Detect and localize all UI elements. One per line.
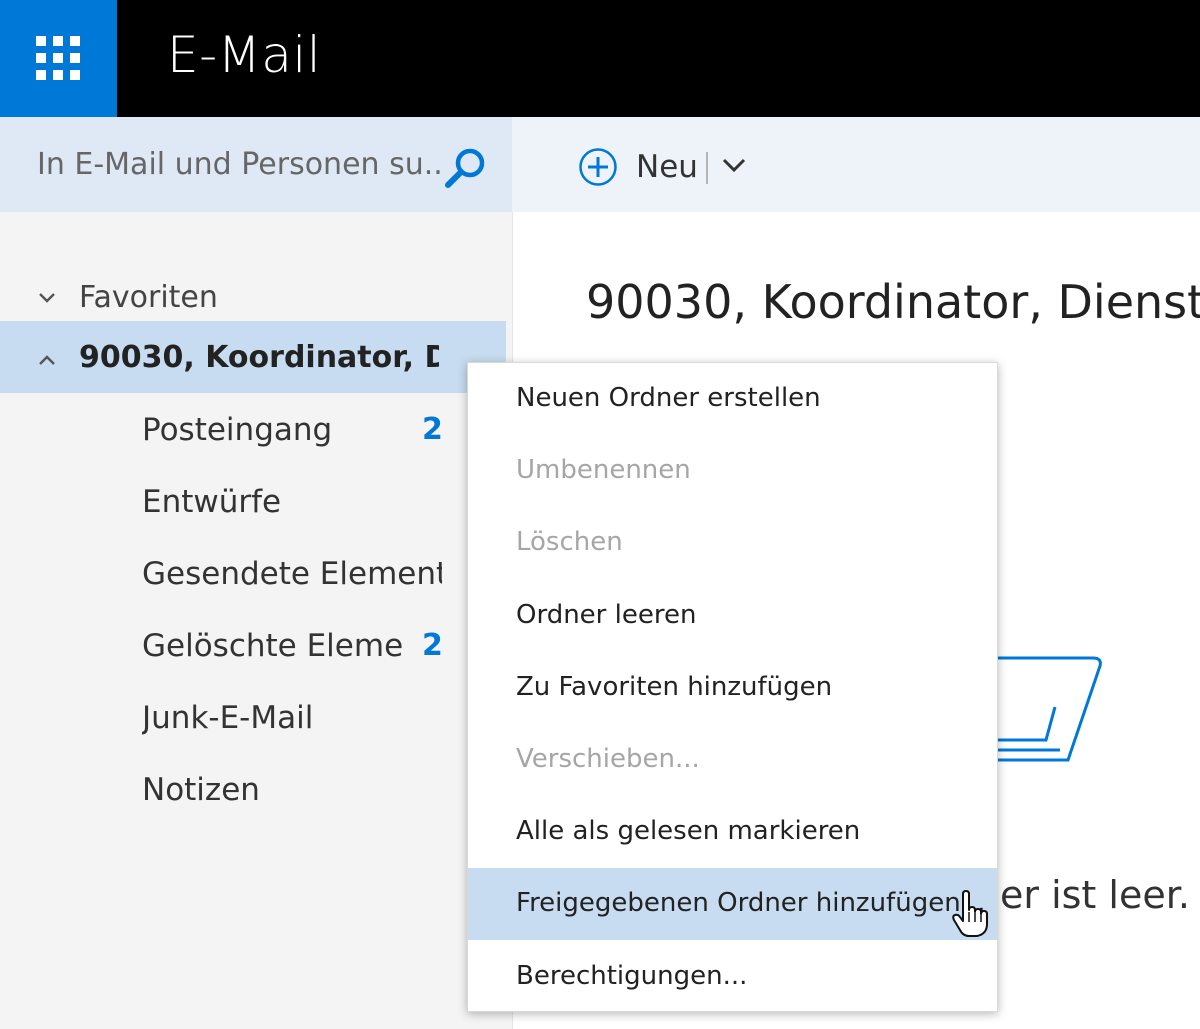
menu-item-label: Zu Favoriten hinzufügen [516,672,833,702]
menu-item-rename[interactable]: Umbenennen [468,435,997,507]
empty-folder-message: er ist leer. [1000,873,1190,917]
menu-item-empty-folder[interactable]: Ordner leeren [468,580,997,652]
menu-item-add-shared-folder[interactable]: Freigegebenen Ordner hinzufügen... [468,868,997,940]
plus-circle-icon [579,148,617,186]
chevron-down-icon[interactable] [721,155,747,177]
folder-context-menu: Neuen Ordner erstellen Umbenennen Lösche… [467,362,998,1012]
new-button-label: Neu [636,149,698,185]
menu-item-mark-all-read[interactable]: Alle als gelesen markieren [468,796,997,868]
folder-label: Entwürfe [142,484,282,520]
new-message-button[interactable]: Neu [578,145,698,189]
folder-label: Gesendete Elemente [142,556,442,592]
folder-label: Posteingang [142,412,333,448]
app-launcher-waffle-icon [36,36,80,80]
chevron-up-icon [39,355,55,365]
menu-item-label: Berechtigungen... [516,961,748,991]
new-button-separator [706,152,708,184]
app-title: E-Mail [167,26,322,84]
folder-label: Notizen [142,772,260,808]
search-icon[interactable] [444,146,488,190]
menu-item-label: Löschen [516,527,623,557]
menu-item-label: Verschieben... [516,744,700,774]
folder-title: 90030, Koordinator, Dienstr [586,275,1200,329]
menu-item-move[interactable]: Verschieben... [468,724,997,796]
menu-item-label: Freigegebenen Ordner hinzufügen... [516,888,986,918]
menu-item-new-folder[interactable]: Neuen Ordner erstellen [468,363,997,435]
folder-item-posteingang[interactable]: Posteingang 2 [0,394,506,466]
app-launcher-button[interactable] [0,0,117,117]
search-input[interactable] [0,117,440,212]
folder-item-gesendete-elemente[interactable]: Gesendete Elemente [0,538,506,610]
menu-item-delete[interactable]: Löschen [468,507,997,579]
folder-item-notizen[interactable]: Notizen [0,754,506,826]
menu-item-label: Neuen Ordner erstellen [516,383,821,413]
account-label: 90030, Koordinator, Die [79,340,439,375]
favorites-label: Favoriten [79,280,218,315]
folder-label: Gelöschte Elemente [142,628,404,664]
menu-item-add-to-favorites[interactable]: Zu Favoriten hinzufügen [468,652,997,724]
menu-item-label: Ordner leeren [516,600,697,630]
unread-count-badge: 2 [422,412,443,447]
folder-item-entwuerfe[interactable]: Entwürfe [0,466,506,538]
favorites-header[interactable] [0,275,506,321]
hand-pointer-cursor-icon [952,890,988,937]
chevron-down-icon [39,293,55,303]
folder-label: Junk-E-Mail [142,700,314,736]
unread-count-badge: 2 [422,628,443,663]
folder-item-junk-email[interactable]: Junk-E-Mail [0,682,506,754]
search-bar [0,117,512,212]
menu-item-label: Umbenennen [516,455,691,485]
folder-item-geloeschte-elemente[interactable]: Gelöschte Elemente 2 [0,610,506,682]
menu-item-label: Alle als gelesen markieren [516,816,861,846]
menu-item-permissions[interactable]: Berechtigungen... [468,941,997,1013]
